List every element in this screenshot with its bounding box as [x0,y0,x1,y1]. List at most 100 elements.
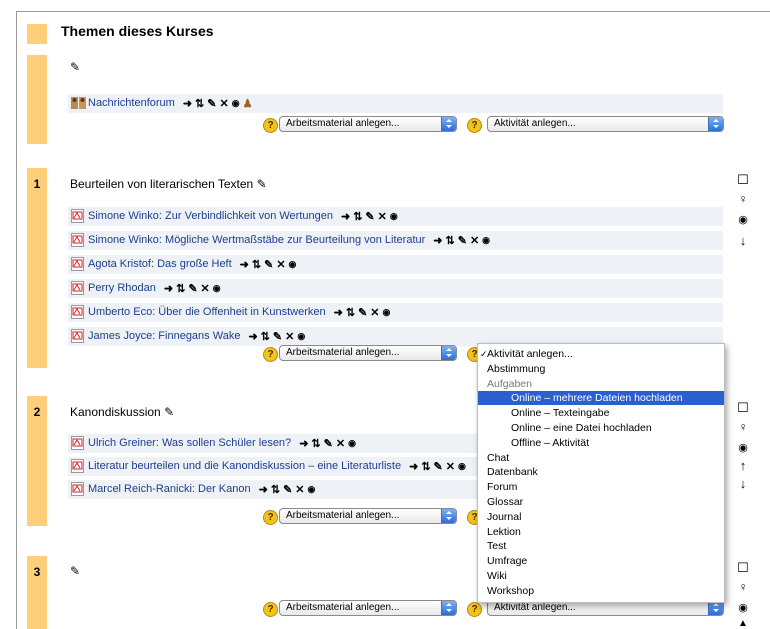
pencil-icon[interactable]: ✎ [70,564,80,578]
resource-select[interactable]: Arbeitsmaterial anlegen... [279,345,457,361]
arrow-up-icon[interactable]: ↑ [735,458,751,473]
help-icon[interactable]: ? [467,118,482,133]
edit-icon[interactable]: ✎ [324,437,333,450]
edit-icon[interactable]: ✎ [283,483,292,496]
resource-select[interactable]: Arbeitsmaterial anlegen... [279,508,457,524]
resource-item[interactable]: James Joyce: Finnegans Wake ➜ ⇅ ✎ ✕ ◉ [71,327,308,345]
resource-link[interactable]: James Joyce: Finnegans Wake [88,330,240,342]
eye-icon[interactable]: ◉ [232,98,240,109]
eye-icon[interactable]: ◉ [297,331,305,342]
resource-link[interactable]: Ulrich Greiner: Was sollen Schüler lesen… [88,437,291,449]
lightbulb-icon[interactable]: ♀ [735,580,751,594]
dropdown-option[interactable]: Online – mehrere Dateien hochladen [478,391,724,406]
move-updown-icon[interactable]: ⇅ [353,210,362,223]
dropdown-option[interactable]: Chat [478,451,724,465]
resource-item[interactable]: Agota Kristof: Das große Heft ➜ ⇅ ✎ ✕ ◉ [71,255,299,273]
move-updown-icon[interactable]: ⇅ [261,330,270,343]
edit-icon[interactable]: ✎ [358,306,367,319]
help-icon[interactable]: ? [467,602,482,617]
resource-select[interactable]: Arbeitsmaterial anlegen... [279,116,457,132]
delete-icon[interactable]: ✕ [378,210,387,223]
eye-icon[interactable]: ◉ [383,307,391,318]
edit-icon[interactable]: ✎ [458,234,467,247]
dropdown-option[interactable]: Forum [478,480,724,494]
resource-item[interactable]: Ulrich Greiner: Was sollen Schüler lesen… [71,434,359,452]
move-icon[interactable]: ➜ [299,437,308,450]
move-updown-icon[interactable]: ⇅ [421,460,430,473]
delete-icon[interactable]: ✕ [295,483,304,496]
dropdown-option[interactable]: Umfrage [478,554,724,568]
dropdown-option[interactable]: Test [478,539,724,553]
dropdown-option[interactable]: Lektion [478,525,724,539]
move-icon[interactable]: ➜ [341,210,350,223]
eye-icon[interactable]: ◉ [308,484,316,495]
dropdown-option[interactable]: Workshop [478,584,724,598]
edit-summary-icon[interactable]: ✎ [70,60,80,74]
move-icon[interactable]: ➜ [259,483,268,496]
move-icon[interactable]: ➜ [409,460,418,473]
activity-link[interactable]: Nachrichtenforum [88,97,175,109]
arrow-up-icon[interactable]: ▲ [735,618,751,629]
eye-icon[interactable]: ◉ [390,211,398,222]
resource-item[interactable]: Perry Rhodan ➜ ⇅ ✎ ✕ ◉ [71,279,224,297]
delete-icon[interactable]: ✕ [276,258,285,271]
dropdown-option[interactable]: Online – eine Datei hochladen [478,421,724,435]
move-updown-icon[interactable]: ⇅ [446,234,455,247]
eye-icon[interactable]: ◉ [735,441,751,454]
resource-link[interactable]: Simone Winko: Mögliche Wertmaßstäbe zur … [88,234,425,246]
move-icon[interactable]: ➜ [248,330,257,343]
move-updown-icon[interactable]: ⇅ [271,483,280,496]
person-icon[interactable]: ♟ [243,97,253,110]
resource-item[interactable]: Simone Winko: Mögliche Wertmaßstäbe zur … [71,231,493,249]
eye-icon[interactable]: ◉ [458,461,466,472]
dropdown-option[interactable]: Wiki [478,569,724,583]
move-icon[interactable]: ➜ [183,97,192,110]
help-icon[interactable]: ? [263,118,278,133]
edit-icon[interactable]: ✎ [434,460,443,473]
dropdown-option[interactable]: Offline – Aktivität [478,436,724,450]
delete-icon[interactable]: ✕ [201,282,210,295]
move-icon[interactable]: ➜ [433,234,442,247]
move-updown-icon[interactable]: ⇅ [176,282,185,295]
resource-link[interactable]: Umberto Eco: Über die Offenheit in Kunst… [88,306,326,318]
move-icon[interactable]: ➜ [240,258,249,271]
resource-link[interactable]: Agota Kristof: Das große Heft [88,258,232,270]
delete-icon[interactable]: ✕ [470,234,479,247]
resource-item[interactable]: Marcel Reich-Ranicki: Der Kanon ➜ ⇅ ✎ ✕ ◉ [71,480,318,498]
activity-select[interactable]: Aktivität anlegen... [487,116,724,132]
resource-select[interactable]: Arbeitsmaterial anlegen... [279,600,457,616]
delete-icon[interactable]: ✕ [285,330,294,343]
resource-link[interactable]: Perry Rhodan [88,282,156,294]
move-icon[interactable]: ➜ [164,282,173,295]
resource-link[interactable]: Simone Winko: Zur Verbindlichkeit von We… [88,210,333,222]
help-icon[interactable]: ? [263,602,278,617]
arrow-down-icon[interactable]: ↓ [735,233,751,248]
lightbulb-icon[interactable]: ♀ [735,192,751,206]
dropdown-option[interactable]: Journal [478,510,724,524]
move-updown-icon[interactable]: ⇅ [311,437,320,450]
lightbulb-icon[interactable]: ♀ [735,420,751,434]
dropdown-option[interactable]: Datenbank [478,465,724,479]
pencil-icon[interactable]: ✎ [257,177,267,191]
help-icon[interactable]: ? [263,510,278,525]
resource-link[interactable]: Marcel Reich-Ranicki: Der Kanon [88,483,251,495]
eye-icon[interactable]: ◉ [482,235,490,246]
dropdown-option[interactable]: ✓ Aktivität anlegen... [478,347,724,361]
edit-icon[interactable]: ✎ [188,282,197,295]
square-icon[interactable]: ☐ [735,560,751,576]
resource-link[interactable]: Literatur beurteilen und die Kanondiskus… [88,460,401,472]
eye-icon[interactable]: ◉ [735,601,751,614]
edit-icon[interactable]: ✎ [365,210,374,223]
edit-icon[interactable]: ✎ [207,97,216,110]
delete-icon[interactable]: ✕ [370,306,379,319]
delete-icon[interactable]: ✕ [336,437,345,450]
activity-dropdown-menu[interactable]: ✓ Aktivität anlegen... Abstimmung Aufgaben O… [477,343,725,603]
help-icon[interactable]: ? [263,347,278,362]
move-updown-icon[interactable]: ⇅ [346,306,355,319]
eye-icon[interactable]: ◉ [735,213,751,226]
resource-item[interactable]: Literatur beurteilen und die Kanondiskus… [71,457,469,475]
dropdown-option[interactable]: Online – Texteingabe [478,406,724,420]
edit-icon[interactable]: ✎ [273,330,282,343]
eye-icon[interactable]: ◉ [213,283,221,294]
delete-icon[interactable]: ✕ [446,460,455,473]
